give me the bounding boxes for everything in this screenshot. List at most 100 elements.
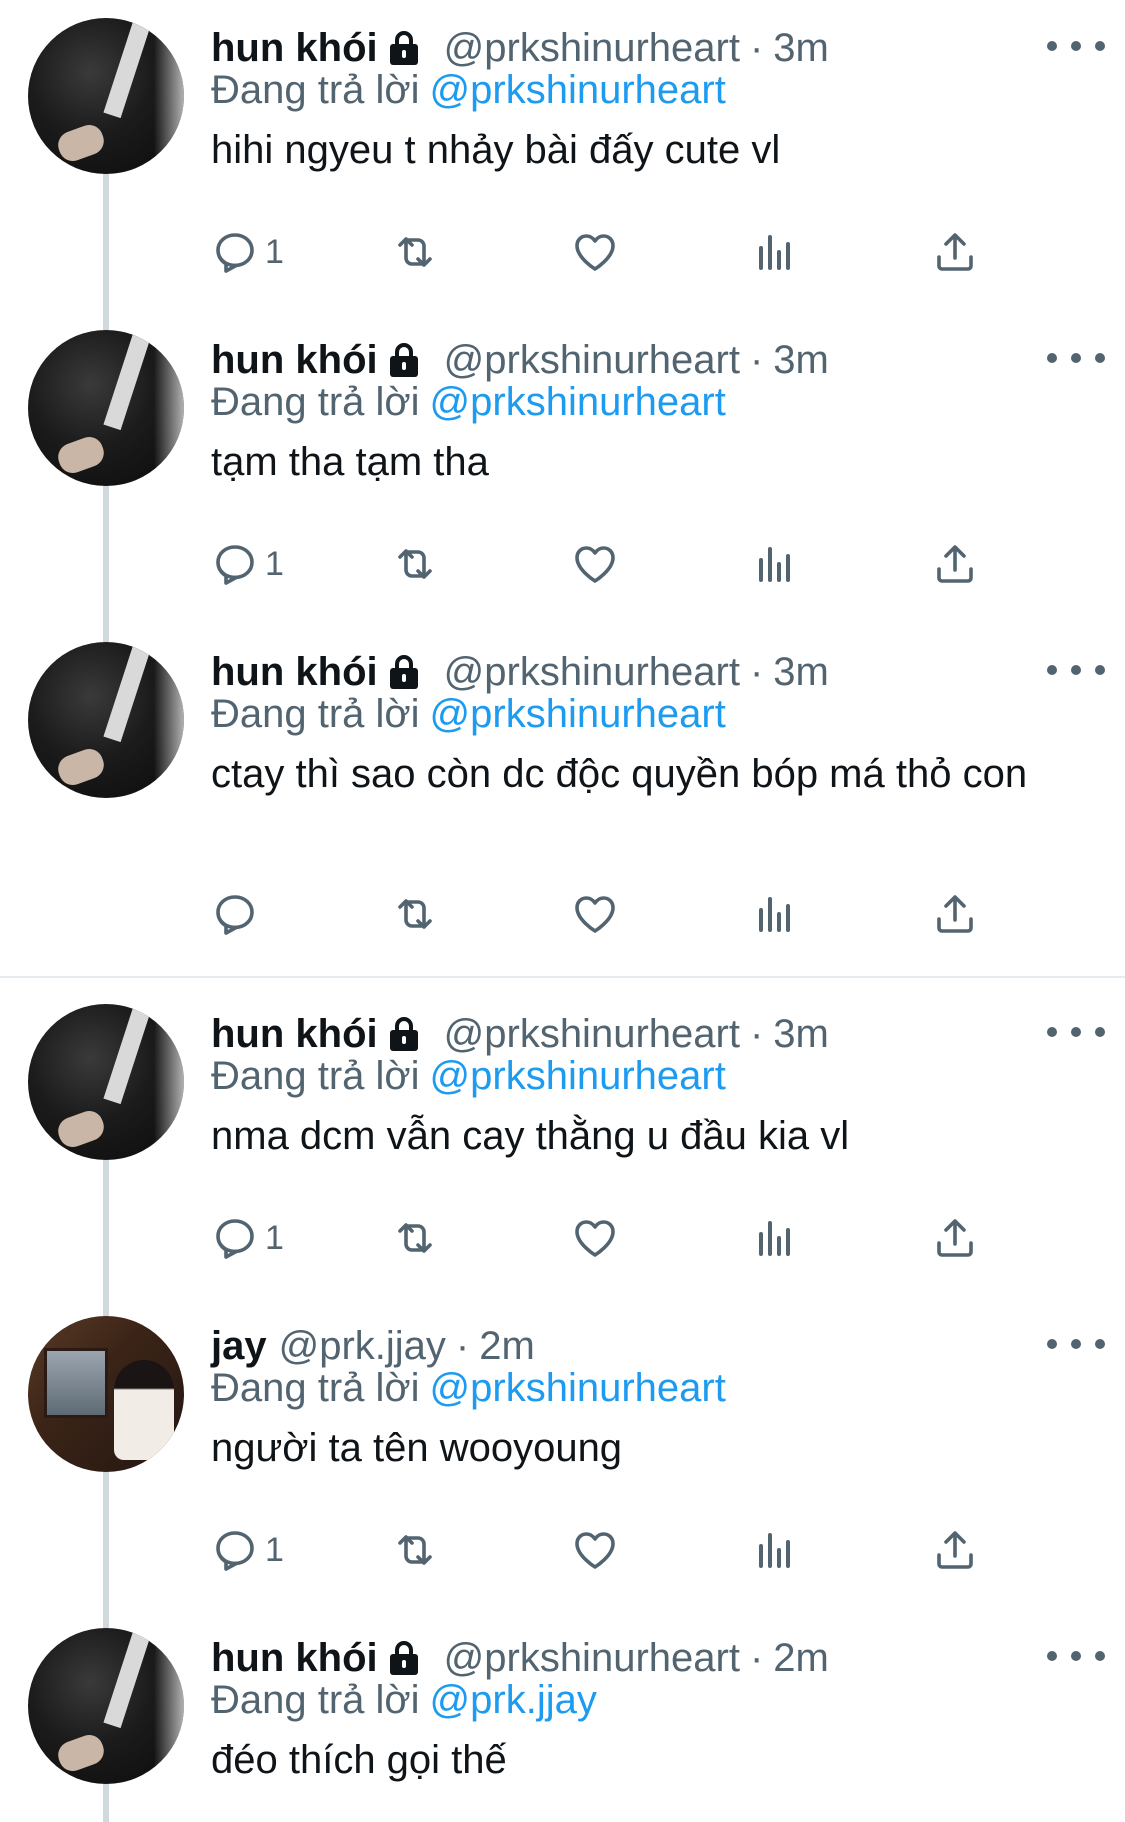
share-button[interactable]: [931, 1520, 979, 1580]
reply-prefix: Đang trả lời: [211, 1054, 420, 1098]
reply-to-link[interactable]: @prkshinurheart: [430, 692, 726, 736]
retweet-button[interactable]: [391, 1208, 439, 1268]
tweet-item[interactable]: hun khói @prkshinurheart · 3m Đang trả l…: [0, 312, 1125, 624]
reply-to-link[interactable]: @prkshinurheart: [430, 380, 726, 424]
views-button[interactable]: [751, 534, 799, 594]
author-handle[interactable]: @prkshinurheart: [444, 1636, 740, 1681]
views-chart-icon: [759, 897, 790, 932]
reply-button[interactable]: 1: [211, 1520, 284, 1580]
tweet-actions: 1: [211, 1208, 1011, 1268]
replying-to: Đang trả lời @prk.jjay: [211, 1678, 597, 1723]
timestamp[interactable]: 3m: [773, 650, 829, 695]
author-name[interactable]: hun khói: [211, 650, 378, 695]
like-button[interactable]: [571, 534, 619, 594]
views-button[interactable]: [751, 884, 799, 944]
heart-icon: [575, 1220, 615, 1257]
share-button[interactable]: [931, 222, 979, 282]
like-button[interactable]: [571, 884, 619, 944]
views-button[interactable]: [751, 1208, 799, 1268]
reply-count: 1: [265, 1530, 284, 1569]
reply-to-link[interactable]: @prkshinurheart: [430, 1366, 726, 1410]
thread-line: [103, 1160, 109, 1298]
tweet-item[interactable]: hun khói @prkshinurheart · 3m Đang trả l…: [0, 986, 1125, 1298]
like-button[interactable]: [571, 1208, 619, 1268]
timestamp[interactable]: 2m: [479, 1324, 535, 1369]
replying-to: Đang trả lời @prkshinurheart: [211, 692, 726, 737]
views-chart-icon: [759, 1533, 790, 1568]
share-button[interactable]: [931, 534, 979, 594]
share-button[interactable]: [931, 1208, 979, 1268]
tweet-item[interactable]: hun khói @prkshinurheart · 3m Đang trả l…: [0, 624, 1125, 976]
more-dots-icon[interactable]: [1047, 1324, 1105, 1364]
author-handle[interactable]: @prkshinurheart: [444, 650, 740, 695]
separator: ·: [749, 1635, 764, 1680]
reply-prefix: Đang trả lời: [211, 692, 420, 736]
share-icon: [937, 895, 973, 933]
more-dots-icon[interactable]: [1047, 26, 1105, 66]
reply-button[interactable]: 1: [211, 1208, 284, 1268]
tweet-text: hihi ngyeu t nhảy bài đấy cute vl: [211, 128, 781, 172]
reply-button[interactable]: [211, 884, 265, 944]
author-handle[interactable]: @prkshinurheart: [444, 338, 740, 383]
reply-to-link[interactable]: @prkshinurheart: [430, 68, 726, 112]
like-button[interactable]: [571, 222, 619, 282]
lock-icon: [389, 31, 418, 65]
reply-prefix: Đang trả lời: [211, 380, 420, 424]
tweet-item[interactable]: hun khói @prkshinurheart · 2m Đang trả l…: [0, 1610, 1125, 1822]
like-button[interactable]: [571, 1520, 619, 1580]
tweet-item[interactable]: jay @prk.jjay · 2m Đang trả lời @prkshinu…: [0, 1298, 1125, 1610]
reply-feed: hun khói @prkshinurheart · 3m Đang trả l…: [0, 0, 1125, 1822]
thread-line: [103, 1472, 109, 1610]
more-dots-icon[interactable]: [1047, 650, 1105, 690]
share-icon: [937, 1219, 973, 1257]
avatar[interactable]: [28, 18, 184, 174]
author-name[interactable]: hun khói: [211, 1636, 378, 1681]
timestamp[interactable]: 3m: [773, 26, 829, 71]
retweet-button[interactable]: [391, 884, 439, 944]
heart-icon: [575, 896, 615, 933]
more-dots-icon[interactable]: [1047, 1012, 1105, 1052]
avatar[interactable]: [28, 330, 184, 486]
reply-button[interactable]: 1: [211, 534, 284, 594]
retweet-button[interactable]: [391, 222, 439, 282]
reply-button[interactable]: 1: [211, 222, 284, 282]
share-button[interactable]: [931, 884, 979, 944]
retweet-button[interactable]: [391, 534, 439, 594]
reply-to-link[interactable]: @prk.jjay: [430, 1678, 597, 1722]
author-name[interactable]: hun khói: [211, 26, 378, 71]
author-name[interactable]: hun khói: [211, 1012, 378, 1057]
retweet-button[interactable]: [391, 1520, 439, 1580]
avatar[interactable]: [28, 642, 184, 798]
thread-line: [103, 174, 109, 312]
thread-line: [103, 486, 109, 624]
avatar[interactable]: [28, 1004, 184, 1160]
author-handle[interactable]: @prk.jjay: [279, 1324, 446, 1369]
thread-line: [103, 312, 109, 330]
views-button[interactable]: [751, 222, 799, 282]
author-name[interactable]: jay: [211, 1324, 267, 1369]
lock-icon: [389, 343, 418, 377]
timestamp[interactable]: 2m: [773, 1636, 829, 1681]
timestamp[interactable]: 3m: [773, 1012, 829, 1057]
share-icon: [937, 233, 973, 271]
reply-prefix: Đang trả lời: [211, 68, 420, 112]
author-handle[interactable]: @prkshinurheart: [444, 26, 740, 71]
replying-to: Đang trả lời @prkshinurheart: [211, 1366, 726, 1411]
retweet-icon: [398, 899, 432, 929]
more-dots-icon[interactable]: [1047, 338, 1105, 378]
views-button[interactable]: [751, 1520, 799, 1580]
thread-line: [103, 1298, 109, 1316]
reply-icon: [216, 895, 254, 935]
avatar[interactable]: [28, 1628, 184, 1784]
author-name[interactable]: hun khói: [211, 338, 378, 383]
thread-line: [103, 1784, 109, 1822]
timestamp[interactable]: 3m: [773, 338, 829, 383]
reply-count: 1: [265, 232, 284, 271]
more-dots-icon[interactable]: [1047, 1636, 1105, 1676]
tweet-actions: [211, 884, 1011, 944]
tweet-item[interactable]: hun khói @prkshinurheart · 3m Đang trả l…: [0, 0, 1125, 312]
reply-icon: [216, 545, 254, 585]
reply-to-link[interactable]: @prkshinurheart: [430, 1054, 726, 1098]
avatar[interactable]: [28, 1316, 184, 1472]
author-handle[interactable]: @prkshinurheart: [444, 1012, 740, 1057]
